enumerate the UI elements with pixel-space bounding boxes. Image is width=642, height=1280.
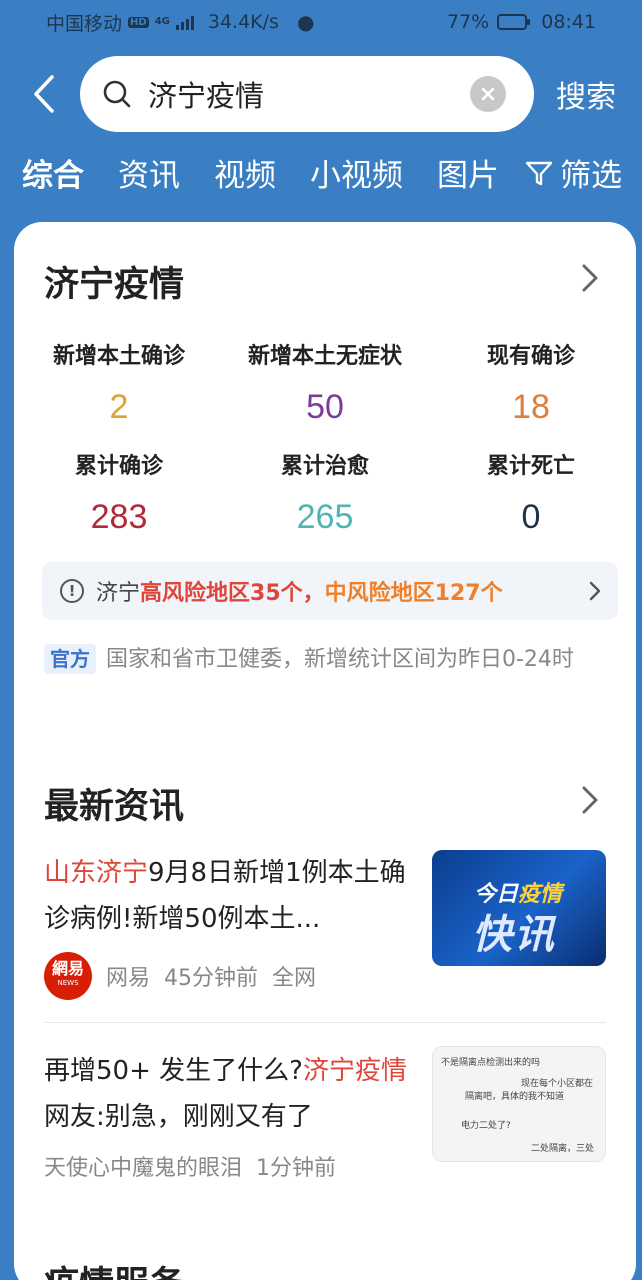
news-title-highlight: 济宁疫情 (302, 1056, 407, 1086)
network-type: 4G (154, 16, 170, 27)
search-button[interactable]: 搜索 (556, 72, 616, 116)
filter-button[interactable]: 筛选 (522, 150, 622, 195)
divider (44, 1022, 606, 1023)
stat-label: 累计确诊 (74, 454, 163, 479)
hd-badge: HD (128, 16, 149, 28)
wechat-icon: ● (296, 10, 315, 34)
signal-icon (175, 14, 194, 30)
risk-city: 济宁 (96, 581, 141, 606)
tab-comprehensive[interactable]: 综合 (22, 150, 84, 195)
tab-news[interactable]: 资讯 (118, 150, 180, 195)
status-bar: 中国移动 HD 4G 34.4K/s ● 77% 08:41 (0, 0, 642, 44)
netease-logo: 網易 NEWS (44, 952, 92, 1000)
stat-value: 265 (296, 498, 354, 536)
latest-news-title[interactable]: 最新资讯 (44, 778, 184, 829)
news-time: 45分钟前 (164, 966, 259, 991)
stat-value: 0 (521, 498, 541, 536)
tabs-scroll: 综合 资讯 视频 小视频 图片 (22, 150, 516, 195)
chevron-right-icon[interactable] (578, 260, 602, 296)
stat-total-recovered: 累计治愈 265 (222, 448, 428, 537)
chevron-right-icon (589, 581, 601, 601)
filter-icon (525, 161, 553, 185)
close-icon (481, 87, 495, 101)
thumb-line: 不是隔离点检测出来的吗 (441, 1058, 541, 1068)
news-thumbnail: 今日疫情 快讯 (432, 850, 606, 966)
stat-new-asymptomatic: 新增本土无症状 50 (222, 338, 428, 427)
tab-short-video[interactable]: 小视频 (310, 150, 403, 195)
risk-mid-count: 中风险地区127个 (324, 581, 503, 606)
clear-button[interactable] (470, 76, 506, 112)
epidemic-title[interactable]: 济宁疫情 (44, 256, 184, 307)
official-badge: 官方 (44, 644, 96, 674)
risk-high-count: 高风险地区35个， (140, 581, 325, 606)
back-button[interactable] (26, 72, 62, 116)
news-title-text: 网友:别急，刚刚又有了 (44, 1102, 313, 1132)
risk-area-banner[interactable]: ! 济宁 高风险地区35个， 中风险地区127个 (42, 562, 618, 620)
carrier-name: 中国移动 (46, 12, 123, 35)
logo-subtext: NEWS (57, 979, 79, 987)
news-title-highlight: 山东济宁 (44, 858, 149, 888)
search-row: 济宁疫情 搜索 (0, 54, 642, 134)
news-title: 山东济宁9月8日新增1例本土确诊病例!新增50例本土... (44, 850, 414, 942)
news-title: 再增50+ 发生了什么?济宁疫情 网友:别急，刚刚又有了 (44, 1048, 414, 1140)
stat-total-confirmed: 累计确诊 283 (16, 448, 222, 537)
thumb-line: 二处隔离，三处 (531, 1144, 595, 1154)
news-item[interactable]: 再增50+ 发生了什么?济宁疫情 网友:别急，刚刚又有了 天使心中魔鬼的眼泪 1… (44, 1046, 606, 1198)
results-card: 济宁疫情 新增本土确诊 2 新增本土无症状 50 现有确诊 18 累计确诊 28… (14, 222, 636, 1280)
logo-text: 網易 (51, 959, 84, 978)
tab-images[interactable]: 图片 (437, 150, 499, 195)
news-title-text: 再增50+ 发生了什么? (44, 1056, 303, 1086)
battery-icon (497, 14, 531, 30)
news-time: 1分钟前 (256, 1156, 337, 1181)
data-source-note: 官方 国家和省市卫健委，新增统计区间为昨日0-24时 (44, 640, 614, 680)
tab-video[interactable]: 视频 (214, 150, 276, 195)
thumb-line: 了? (497, 1121, 511, 1131)
stat-total-deaths: 累计死亡 0 (428, 448, 634, 537)
thumb-line: 现在每个小区都在 (521, 1079, 594, 1089)
search-icon (103, 80, 131, 108)
filter-label: 筛选 (560, 158, 622, 194)
net-speed: 34.4K/s (207, 11, 279, 33)
thumb-line: 隔离吧，具体的我不知道 (465, 1092, 565, 1102)
stat-current-confirmed: 现有确诊 18 (428, 338, 634, 427)
services-title[interactable]: 疫情服务 (44, 1256, 184, 1280)
news-source: 天使心中魔鬼的眼泪 (44, 1156, 243, 1181)
search-query: 济宁疫情 (148, 79, 265, 113)
news-scope: 全网 (272, 966, 317, 991)
news-item[interactable]: 山东济宁9月8日新增1例本土确诊病例!新增50例本土... 網易 NEWS 网易 … (44, 850, 606, 1000)
category-tabs: 综合 资讯 视频 小视频 图片 筛选 (22, 150, 632, 210)
stat-label: 累计治愈 (280, 454, 369, 479)
info-icon: ! (60, 579, 84, 603)
stat-label: 现有确诊 (486, 344, 575, 369)
stat-label: 新增本土确诊 (52, 344, 185, 369)
stat-label: 新增本土无症状 (247, 344, 402, 369)
thumb-title: 快讯 (472, 912, 556, 958)
news-source: 网易 (106, 966, 151, 991)
chevron-right-icon[interactable] (578, 782, 602, 818)
stat-value: 2 (109, 388, 129, 426)
back-arrow-icon (34, 75, 54, 113)
news-thumbnail: 不是隔离点检测出来的吗 现在每个小区都在 隔离吧，具体的我不知道 电力二处了? … (432, 1046, 606, 1162)
thumb-line: 电力二处 (461, 1121, 498, 1131)
stat-label: 累计死亡 (486, 454, 575, 479)
stat-value: 50 (306, 388, 344, 426)
clock: 08:41 (541, 11, 596, 33)
stat-value: 283 (90, 498, 148, 536)
battery-percent: 77% (447, 11, 490, 33)
data-source-text: 国家和省市卫健委，新增统计区间为昨日0-24时 (106, 647, 574, 672)
search-input[interactable]: 济宁疫情 (80, 56, 534, 132)
stat-new-confirmed: 新增本土确诊 2 (16, 338, 222, 427)
stat-value: 18 (512, 388, 550, 426)
